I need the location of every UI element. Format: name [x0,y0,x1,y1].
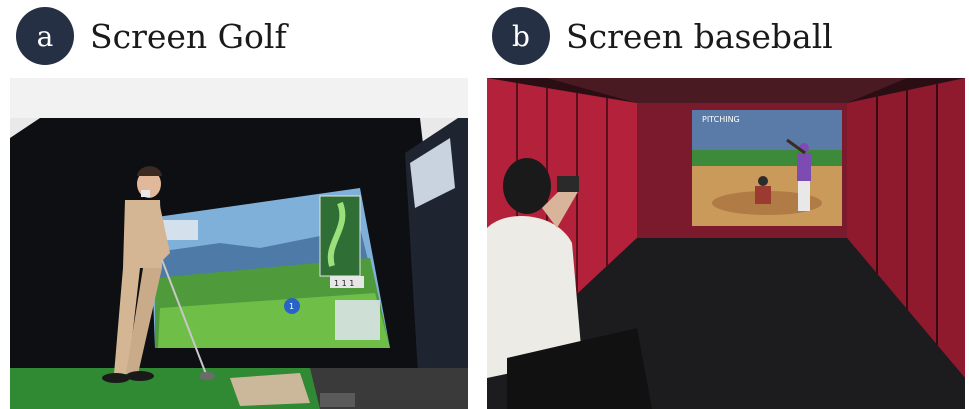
panel-a-caption: Screen Golf [90,16,287,56]
phone [557,176,579,192]
outfield-grass [692,150,842,166]
baseball-screen-title: PITCHING [702,115,740,124]
golfer-left-shoe [102,373,130,383]
photographer-head [503,158,551,214]
panel-b-badge: b [492,7,550,65]
hole-badge-text: 1 [289,302,294,311]
screen-stats-panel [335,300,380,340]
screen-baseball-scene: PITCHING [487,78,965,409]
screen-baseball-photo: PITCHING [487,78,965,409]
panel-b-caption: Screen baseball [566,16,833,56]
panel-a-header: a Screen Golf [16,6,287,66]
screen-golf-photo: 1 1 1 1 [10,78,468,409]
golfer-mask [141,190,150,197]
screen-golf-scene: 1 1 1 1 [10,78,468,409]
panel-b-header: b Screen baseball [492,6,833,66]
ball-tray [320,393,355,407]
panel-a-badge: a [16,7,74,65]
score-card-text: 1 1 1 [334,279,354,288]
golfer-right-shoe [126,371,154,381]
golf-club-head [199,372,215,380]
tee-mat [230,373,310,406]
ceiling [10,78,468,118]
